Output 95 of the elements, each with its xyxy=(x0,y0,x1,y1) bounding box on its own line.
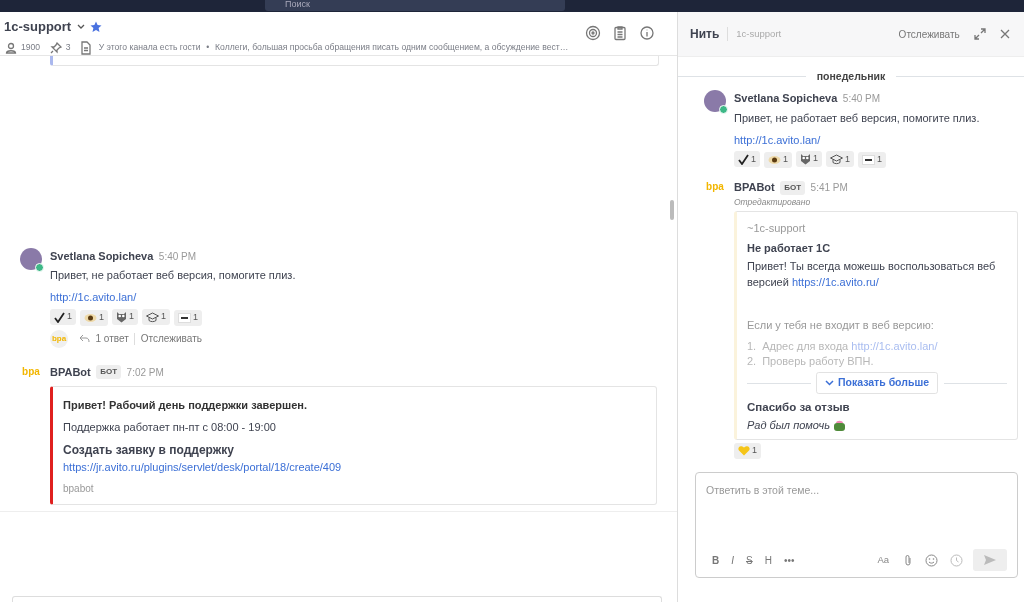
search-field[interactable]: Поиск xyxy=(265,0,565,11)
follow-link[interactable]: Отслеживать xyxy=(140,331,202,347)
info-icon[interactable] xyxy=(639,25,655,41)
scrollbar[interactable] xyxy=(670,200,674,220)
reply-field[interactable]: Ответить в этой теме... B I S H ••• Aa xyxy=(695,472,1018,578)
list-number: 1. xyxy=(747,339,757,352)
reaction-button[interactable]: 1 xyxy=(764,151,793,168)
chevron-icon xyxy=(825,380,834,387)
checkmark-icon xyxy=(54,311,65,323)
graduation-cap-icon xyxy=(146,311,160,323)
attachment-footer: bpabot xyxy=(63,480,646,496)
send-icon xyxy=(984,555,996,566)
placeholder-text: Ответить в этой теме... xyxy=(706,483,821,498)
timestamp[interactable]: 5:40 PM xyxy=(842,91,881,106)
reaction-button[interactable]: 1 xyxy=(734,151,760,168)
attachment-link[interactable]: https://jr.avito.ru/plugins/servlet/desk/portal/18/create/409 xyxy=(63,458,646,476)
font-size-button[interactable]: Aa xyxy=(877,552,889,568)
channel-name[interactable]: 1c-support xyxy=(4,17,72,37)
reply-count[interactable]: 1 ответ xyxy=(95,331,129,347)
message-link[interactable]: http://1c.avito.lan/ xyxy=(50,289,137,306)
person-icon xyxy=(4,40,18,55)
sticker-icon xyxy=(178,312,192,323)
attachment-text: Привет! Ты всегда можешь воспользоваться веб версией https://1c.avito.ru/ xyxy=(747,258,997,290)
thanks-title: Спасибо за отзыв xyxy=(747,400,851,416)
author-name[interactable]: BPABot xyxy=(50,363,91,381)
reaction-button[interactable]: 1 xyxy=(734,442,761,459)
date-divider: понедельник xyxy=(815,69,887,84)
bot-avatar: bpa xyxy=(21,364,41,379)
owl-icon xyxy=(800,152,812,165)
message-text: Привет, не работает веб версия, помогите плиз. xyxy=(734,110,981,126)
author-name[interactable]: BPABot xyxy=(734,179,775,196)
reaction-button[interactable]: 1 xyxy=(112,308,139,325)
graduation-cap-icon xyxy=(830,153,844,165)
reaction-button[interactable]: 1 xyxy=(826,151,855,168)
attachment-title: Не работает 1С xyxy=(747,240,832,256)
timestamp[interactable]: 5:40 PM xyxy=(158,248,197,264)
chevron-icon[interactable] xyxy=(76,23,85,30)
separator-dot: • xyxy=(206,41,210,54)
target-icon[interactable] xyxy=(585,25,601,41)
strikethrough-button[interactable]: S xyxy=(740,552,759,568)
timestamp[interactable]: 5:41 PM xyxy=(810,180,848,195)
sticker-icon xyxy=(862,154,876,165)
follow-link[interactable]: Отслеживать xyxy=(898,26,960,42)
reply-icon xyxy=(79,334,90,344)
italic-button[interactable]: I xyxy=(725,552,740,568)
bot-avatar: bpa xyxy=(705,180,725,195)
channel-topic: Коллеги, большая просьба обращения писать одним сообщением, а обсуждение вест… xyxy=(215,41,569,54)
star-icon[interactable] xyxy=(90,20,103,33)
bold-button[interactable]: B xyxy=(706,552,726,568)
reaction-button[interactable]: 1 xyxy=(858,151,887,168)
reaction-button[interactable]: 1 xyxy=(174,309,203,326)
owl-icon xyxy=(116,310,128,323)
author-name[interactable]: Svetlana Sopicheva xyxy=(734,90,838,107)
timestamp[interactable]: 7:02 PM xyxy=(126,364,164,380)
list-number: 2. xyxy=(747,355,757,367)
thread-title: Нить xyxy=(690,26,720,43)
attachment-pretext: ~1c-support xyxy=(747,221,807,237)
reaction-button[interactable]: 1 xyxy=(796,150,823,167)
author-name[interactable]: Svetlana Sopicheva xyxy=(50,248,154,265)
attachment-subtitle: Создать заявку в поддержку xyxy=(63,441,235,459)
reaction-button[interactable]: 1 xyxy=(142,309,171,325)
clipboard-icon[interactable] xyxy=(612,25,628,41)
document-icon xyxy=(78,40,93,55)
message-link[interactable]: http://1c.avito.lan/ xyxy=(734,131,821,148)
show-more-button[interactable]: Показать больше xyxy=(816,372,938,394)
bot-badge: БОТ xyxy=(780,180,806,195)
message-text: Привет, не работает веб версия, помогите плиз. xyxy=(50,268,297,284)
eye-icon xyxy=(768,154,781,165)
attachment-link[interactable]: https://1c.avito.ru/ xyxy=(791,275,879,288)
edited-note: Отредактировано xyxy=(734,195,812,209)
reaction-button[interactable]: 1 xyxy=(50,309,76,325)
paperclip-icon[interactable] xyxy=(903,553,913,567)
guests-note: У этого канала есть гости xyxy=(98,41,201,54)
list-text: Проверь работу ВПН. xyxy=(762,355,874,367)
emoji-icon[interactable] xyxy=(925,553,938,567)
online-badge xyxy=(35,263,44,272)
pin-icon xyxy=(48,40,63,55)
more-button[interactable]: ••• xyxy=(777,552,801,568)
reaction-button[interactable]: 1 xyxy=(80,309,109,326)
thanks-text: Рад был помочь xyxy=(747,417,830,433)
attachment-text: Если у тебя не входит в веб версию: xyxy=(747,317,935,333)
online-badge xyxy=(719,105,728,115)
heading-button[interactable]: H xyxy=(758,552,778,568)
heart-icon xyxy=(738,445,750,457)
member-count[interactable]: 1900 xyxy=(21,41,41,54)
list-text: Адрес для входа xyxy=(762,339,849,352)
attachment-text: Поддержка работает пн-пт с 08:00 - 19:00 xyxy=(63,419,277,435)
expand-icon[interactable] xyxy=(973,27,988,41)
pinned-count[interactable]: 3 xyxy=(65,41,71,54)
bot-avatar: bpa xyxy=(50,329,68,348)
bot-badge: БОТ xyxy=(96,365,122,379)
eye-icon xyxy=(84,312,97,323)
attachment-title: Привет! Рабочий день поддержки завершен. xyxy=(63,397,309,413)
checkmark-icon xyxy=(738,153,749,165)
close-icon[interactable] xyxy=(998,27,1012,41)
